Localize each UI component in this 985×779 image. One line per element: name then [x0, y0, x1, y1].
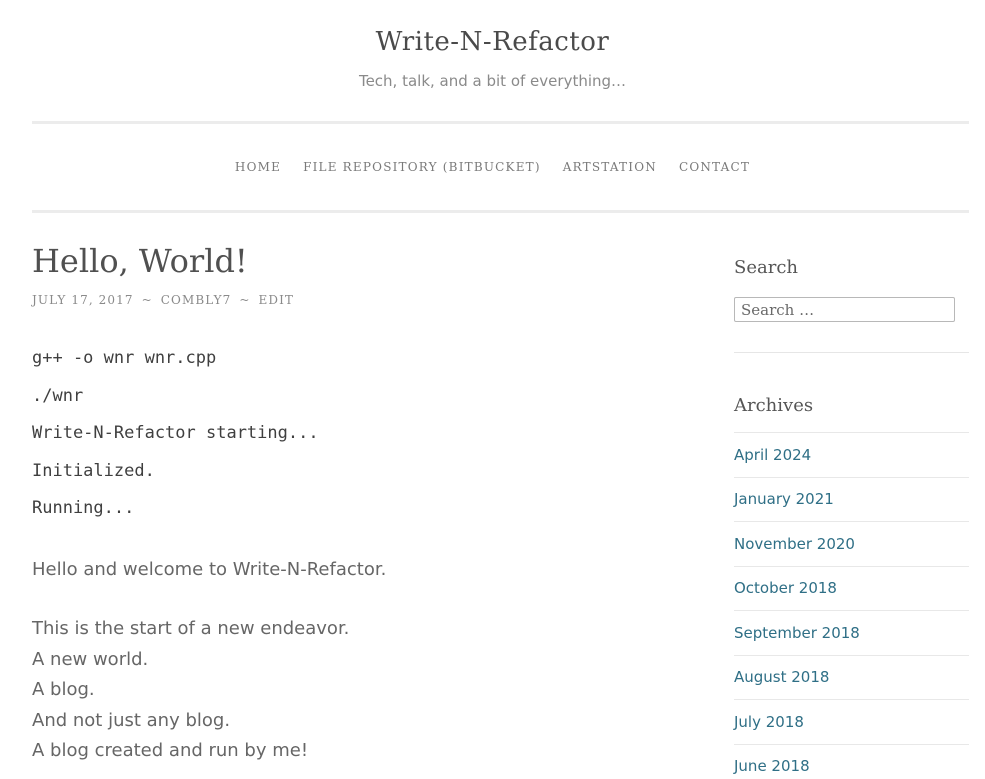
search-input[interactable]: [734, 297, 955, 322]
post-intro: Hello and welcome to Write-N-Refactor.: [32, 559, 387, 580]
post-content: Hello and welcome to Write-N-Refactor. T…: [32, 556, 672, 767]
nav-item-contact[interactable]: CONTACT: [679, 158, 750, 176]
code-line: Running...: [32, 498, 135, 519]
list-item: June 2018: [734, 743, 969, 779]
header-divider-top: [32, 121, 969, 124]
nav-item-artstation[interactable]: ARTSTATION: [563, 158, 657, 176]
post-date[interactable]: JULY 17, 2017: [32, 292, 134, 308]
meta-separator: ~: [141, 293, 153, 307]
widget-divider: [734, 352, 969, 353]
nav-item-file-repository[interactable]: FILE REPOSITORY (BITBUCKET): [303, 158, 541, 176]
list-item: July 2018: [734, 699, 969, 744]
post-meta: JULY 17, 2017 ~ COMBLY7 ~ EDIT: [32, 292, 294, 308]
code-line: Initialized.: [32, 460, 155, 481]
archive-link[interactable]: January 2021: [734, 490, 834, 508]
site-title[interactable]: Write-N-Refactor: [0, 22, 985, 62]
code-line: Write-N-Refactor starting...: [32, 423, 319, 444]
list-item: August 2018: [734, 654, 969, 700]
archives-widget-title: Archives: [734, 395, 814, 416]
post-line: A blog.: [32, 679, 95, 700]
post-line: This is the start of a new endeavor.: [32, 618, 350, 639]
archive-link[interactable]: September 2018: [734, 624, 860, 642]
code-line: g++ -o wnr wnr.cpp: [32, 348, 217, 368]
post-edit-link[interactable]: EDIT: [259, 292, 295, 308]
archive-link[interactable]: June 2018: [734, 757, 810, 775]
header-divider-bottom: [32, 210, 969, 213]
list-item: October 2018: [734, 565, 969, 611]
post-line: A new world.: [32, 648, 149, 670]
code-line: ./wnr: [32, 385, 84, 406]
archive-link[interactable]: April 2024: [734, 446, 811, 464]
archive-link[interactable]: August 2018: [734, 668, 829, 686]
list-item: January 2021: [734, 476, 969, 522]
list-item: April 2024: [734, 432, 969, 477]
post-line: And not just any blog.: [32, 709, 231, 731]
post-line: A blog created and run by me!: [32, 740, 309, 761]
meta-separator: ~: [239, 293, 251, 307]
site-tagline: Tech, talk, and a bit of everything…: [358, 72, 627, 90]
list-item: September 2018: [734, 610, 969, 655]
archives-list: April 2024 January 2021 November 2020 Oc…: [734, 432, 969, 779]
archive-link[interactable]: July 2018: [734, 713, 804, 731]
archive-link[interactable]: October 2018: [734, 579, 837, 597]
post-author[interactable]: COMBLY7: [161, 292, 232, 308]
nav-item-home[interactable]: HOME: [235, 158, 281, 176]
list-item: November 2020: [734, 521, 969, 566]
post-title[interactable]: Hello, World!: [32, 240, 248, 282]
page: Write-N-Refactor Tech, talk, and a bit o…: [0, 0, 985, 779]
main-navigation: HOME FILE REPOSITORY (BITBUCKET) ARTSTAT…: [0, 158, 985, 176]
archive-link[interactable]: November 2020: [734, 535, 855, 553]
post-lines: This is the start of a new endeavor. A n…: [32, 614, 672, 767]
search-widget-title: Search: [734, 257, 798, 278]
code-block: g++ -o wnr wnr.cpp ./wnr Write-N-Refacto…: [32, 346, 319, 534]
